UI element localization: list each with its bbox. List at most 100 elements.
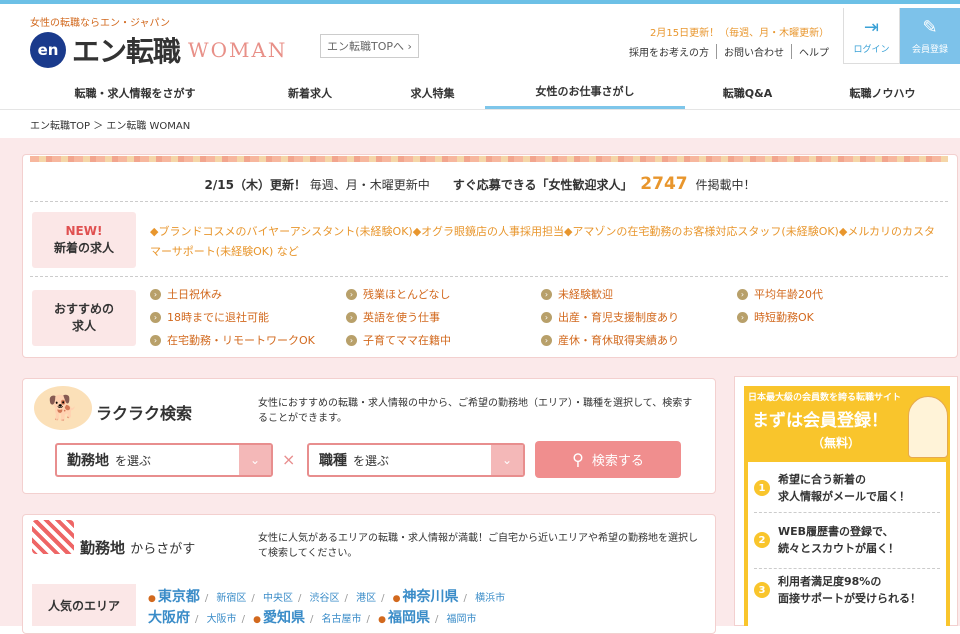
separator: / — [195, 614, 199, 625]
contact-link[interactable]: お問い合わせ — [716, 44, 791, 59]
area-link-tokyo[interactable]: 東京都 — [158, 589, 200, 605]
tag-moms[interactable]: › 子育てママ在籍中 — [346, 332, 451, 348]
tag-maternity-leave[interactable]: › 産休・育休取得実績あり — [541, 332, 679, 348]
arrow-circle-icon: ● — [392, 594, 401, 604]
arrow-circle-icon: ● — [253, 615, 261, 625]
breadcrumb[interactable]: エン転職TOP ＞ エン転職 WOMAN — [30, 117, 190, 132]
recommend-label-2: 求人 — [71, 319, 96, 333]
tag-age-20s[interactable]: › 平均年齢20代 — [737, 286, 823, 302]
update-note: 2月15日更新！（毎週、月・木曜更新） — [650, 28, 830, 39]
tag-leave-by-18[interactable]: › 18時までに退社可能 — [150, 309, 269, 325]
tag-childcare-support[interactable]: › 出産・育児支援制度あり — [541, 309, 679, 325]
divider — [30, 276, 948, 277]
help-link[interactable]: ヘルプ — [791, 44, 836, 59]
arrow-circle-icon: ● — [148, 594, 156, 604]
job-type-select[interactable]: 職種 を選ぶ ⌄ — [307, 443, 525, 477]
new-jobs-list[interactable]: ◆ブランドコスメのバイヤーアシスタント(未経験OK)◆オグラ眼鏡店の人事採用担当… — [150, 222, 945, 262]
area-row: ● 東京都 / 新宿区 / 中央区 / 渋谷区 / 港区 / ● 神奈川県 / 横浜市 — [148, 588, 608, 609]
area-link-fukuoka-city[interactable]: 福岡市 — [447, 614, 477, 625]
login-button[interactable]: ⇥ ログイン — [843, 8, 900, 64]
woman-illustration — [908, 396, 948, 458]
new-badge: NEW! — [65, 224, 103, 239]
tag-label: 未経験歓迎 — [558, 288, 613, 301]
jobs-prefix: すぐ応募できる「女性歓迎求人」 — [452, 178, 633, 192]
arrow-circle-icon: › — [541, 311, 552, 323]
tag-label: 出産・育児支援制度あり — [558, 311, 679, 324]
map-icon — [32, 520, 74, 554]
site-logo[interactable]: en エン転職 WOMAN — [30, 30, 287, 70]
search-icon: ⚲ — [572, 450, 584, 469]
benefit-item: 1 希望に合う新着の求人情報がメールで届く！ — [754, 472, 910, 505]
area-search-desc: 女性に人気があるエリアの転職・求人情報が満載！ご自宅から近いエリアや希望の勤務地… — [258, 533, 698, 559]
times-icon: × — [282, 450, 296, 469]
area-select[interactable]: 勤務地 を選ぶ ⌄ — [55, 443, 273, 477]
arrow-circle-icon: ● — [378, 615, 386, 625]
area-link-aichi[interactable]: 愛知県 — [263, 610, 305, 626]
area-link-osaka[interactable]: 大阪府 — [148, 610, 190, 626]
separator: / — [241, 614, 245, 625]
area-link-nagoya[interactable]: 名古屋市 — [322, 614, 362, 625]
tag-label: 土日祝休み — [167, 288, 222, 301]
recruiter-link[interactable]: 採用をお考えの方 — [622, 44, 716, 59]
banner-free: （無料） — [812, 436, 861, 450]
popular-area-label: 人気のエリア — [32, 584, 136, 626]
area-title-main: 勤務地 — [80, 539, 126, 557]
nav-women-jobs[interactable]: 女性のお仕事さがし — [485, 76, 685, 109]
logo-woman: WOMAN — [188, 38, 288, 62]
separator: / — [366, 614, 370, 625]
tag-weekends-off[interactable]: › 土日祝休み — [150, 286, 222, 302]
divider — [30, 201, 948, 202]
new-jobs-label-text: 新着の求人 — [53, 241, 114, 255]
area-link-yokohama[interactable]: 横浜市 — [475, 593, 505, 604]
tag-little-overtime[interactable]: › 残業ほとんどなし — [346, 286, 450, 302]
divider — [754, 568, 940, 569]
area-link-minato[interactable]: 港区 — [356, 593, 376, 604]
tag-label: 平均年齢20代 — [754, 288, 823, 301]
area-title-sub: からさがす — [130, 542, 196, 557]
area-link-fukuoka[interactable]: 福岡県 — [388, 610, 430, 626]
benefit-line: 利用者満足度98%の — [778, 575, 882, 588]
top-page-link[interactable]: エン転職TOPへ › — [320, 34, 419, 58]
tagline: 女性の転職ならエン・ジャパン — [30, 18, 170, 29]
site-header: 女性の転職ならエン・ジャパン en エン転職 WOMAN エン転職TOPへ › … — [0, 4, 960, 76]
tag-short-hours[interactable]: › 時短勤務OK — [737, 309, 814, 325]
benefit-number: 1 — [754, 480, 770, 496]
arrow-circle-icon: › — [150, 288, 161, 300]
nav-features[interactable]: 求人特集 — [380, 76, 485, 109]
area-select-sub: を選ぶ — [115, 453, 152, 468]
nav-qa[interactable]: 転職Q&A — [685, 76, 810, 109]
area-row: 大阪府 / 大阪市 / ● 愛知県 / 名古屋市 / ● 福岡県 / 福岡市 — [148, 609, 608, 630]
update-frequency: 毎週、月・木曜更新中 — [309, 178, 430, 192]
chevron-down-icon: ⌄ — [491, 445, 523, 475]
area-link-chuo[interactable]: 中央区 — [263, 593, 293, 604]
tag-inexperienced[interactable]: › 未経験歓迎 — [541, 286, 613, 302]
arrow-circle-icon: › — [346, 334, 357, 346]
arrow-circle-icon: › — [541, 288, 552, 300]
search-button-label: 検索する — [591, 454, 644, 469]
area-link-kanagawa[interactable]: 神奈川県 — [403, 589, 459, 605]
search-button[interactable]: ⚲ 検索する — [535, 441, 681, 478]
quick-search-desc: 女性におすすめの転職・求人情報の中から、ご希望の勤務地（エリア）・職種を選択して… — [258, 398, 693, 424]
nav-new-jobs[interactable]: 新着求人 — [240, 76, 380, 109]
benefit-line: 求人情報がメールで届く！ — [778, 489, 910, 503]
register-button[interactable]: ✎ 会員登録 — [900, 8, 960, 64]
tag-label: 残業ほとんどなし — [363, 288, 451, 301]
area-link-osaka-city[interactable]: 大阪市 — [207, 614, 237, 625]
tag-remote[interactable]: › 在宅勤務・リモートワークOK — [150, 332, 315, 348]
separator: / — [251, 593, 255, 604]
area-link-shinjuku[interactable]: 新宿区 — [216, 593, 246, 604]
benefit-item: 2 WEB履歴書の登録で、 続々とスカウトが届く！ — [754, 524, 899, 557]
nav-job-search[interactable]: 転職・求人情報をさがす — [30, 76, 240, 109]
separator: / — [463, 593, 467, 604]
tag-english[interactable]: › 英語を使う仕事 — [346, 309, 440, 325]
nav-knowhow[interactable]: 転職ノウハウ — [810, 76, 955, 109]
benefit-line: 希望に合う新着の — [778, 473, 866, 486]
utility-links: 採用をお考えの方 お問い合わせ ヘルプ — [622, 44, 836, 59]
area-link-shibuya[interactable]: 渋谷区 — [310, 593, 340, 604]
en-logo-icon: en — [30, 32, 66, 68]
divider — [754, 512, 940, 513]
banner-small-text: 日本最大級の会員数を誇る転職サイト — [748, 393, 902, 403]
arrow-circle-icon: › — [541, 334, 552, 346]
arrow-circle-icon: › — [346, 311, 357, 323]
quick-search-title: ラクラク検索 — [96, 404, 193, 423]
